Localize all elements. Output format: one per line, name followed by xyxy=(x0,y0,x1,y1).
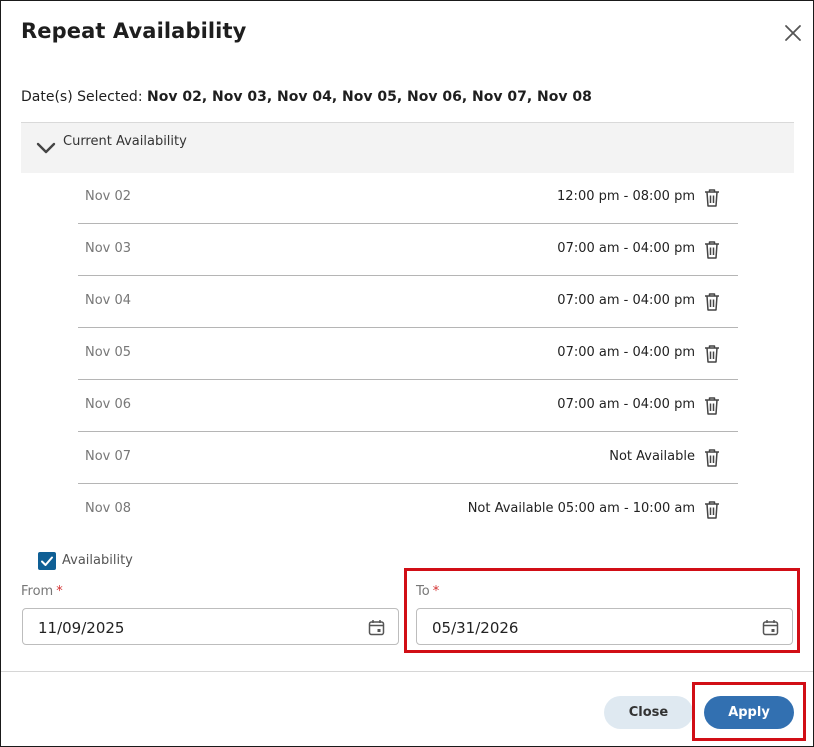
list-item: Nov 02 12:00 pm - 08:00 pm xyxy=(78,172,738,224)
close-icon[interactable] xyxy=(781,21,805,45)
availability-time: Not Available xyxy=(609,449,695,464)
trash-icon[interactable] xyxy=(703,188,721,208)
trash-icon[interactable] xyxy=(703,500,721,520)
current-availability-accordion[interactable]: Current Availability xyxy=(21,122,794,173)
availability-time: 07:00 am - 04:00 pm xyxy=(557,241,695,256)
availability-time: Not Available 05:00 am - 10:00 am xyxy=(467,501,695,516)
availability-time: 07:00 am - 04:00 pm xyxy=(557,293,695,308)
availability-day: Nov 04 xyxy=(85,293,132,308)
list-item: Nov 04 07:00 am - 04:00 pm xyxy=(78,276,738,328)
dates-selected: Date(s) Selected: Nov 02, Nov 03, Nov 04… xyxy=(21,89,592,105)
accordion-label: Current Availability xyxy=(63,134,187,149)
availability-day: Nov 07 xyxy=(85,449,132,464)
availability-checkbox-label: Availability xyxy=(62,553,133,568)
availability-list: Nov 02 12:00 pm - 08:00 pm Nov 03 07:00 … xyxy=(78,172,738,535)
required-mark: * xyxy=(56,584,63,599)
close-button[interactable]: Close xyxy=(604,696,693,729)
from-label-text: From xyxy=(21,584,54,599)
dialog-title: Repeat Availability xyxy=(21,19,247,43)
to-label: To * xyxy=(416,584,439,599)
chevron-down-icon xyxy=(36,142,56,154)
list-item: Nov 03 07:00 am - 04:00 pm xyxy=(78,224,738,276)
check-icon xyxy=(41,556,53,566)
availability-time: 07:00 am - 04:00 pm xyxy=(557,397,695,412)
to-date-value: 05/31/2026 xyxy=(432,619,519,637)
trash-icon[interactable] xyxy=(703,344,721,364)
required-mark: * xyxy=(432,584,440,599)
from-date-field[interactable]: 11/09/2025 xyxy=(22,608,399,645)
from-label: From * xyxy=(21,584,63,599)
to-label-text: To xyxy=(416,584,430,599)
availability-day: Nov 05 xyxy=(85,345,132,360)
repeat-availability-dialog: Repeat Availability Date(s) Selected: No… xyxy=(0,0,814,747)
availability-day: Nov 06 xyxy=(85,397,132,412)
availability-checkbox[interactable] xyxy=(38,552,56,570)
list-item: Nov 06 07:00 am - 04:00 pm xyxy=(78,380,738,432)
availability-time: 12:00 pm - 08:00 pm xyxy=(557,189,695,204)
to-date-field[interactable]: 05/31/2026 xyxy=(416,608,793,645)
trash-icon[interactable] xyxy=(703,396,721,416)
dates-selected-value: Nov 02, Nov 03, Nov 04, Nov 05, Nov 06, … xyxy=(147,89,592,105)
trash-icon[interactable] xyxy=(703,448,721,468)
footer-divider xyxy=(1,671,813,672)
availability-day: Nov 08 xyxy=(85,501,132,516)
availability-time: 07:00 am - 04:00 pm xyxy=(557,345,695,360)
list-item: Nov 08 Not Available 05:00 am - 10:00 am xyxy=(78,484,738,535)
availability-day: Nov 03 xyxy=(85,241,132,256)
list-item: Nov 05 07:00 am - 04:00 pm xyxy=(78,328,738,380)
from-date-value: 11/09/2025 xyxy=(38,619,125,637)
apply-button[interactable]: Apply xyxy=(704,696,794,729)
list-item: Nov 07 Not Available xyxy=(78,432,738,484)
calendar-icon[interactable] xyxy=(368,619,385,636)
trash-icon[interactable] xyxy=(703,240,721,260)
dates-selected-label: Date(s) Selected: xyxy=(21,89,143,105)
calendar-icon[interactable] xyxy=(762,619,779,636)
trash-icon[interactable] xyxy=(703,292,721,312)
availability-day: Nov 02 xyxy=(85,189,132,204)
